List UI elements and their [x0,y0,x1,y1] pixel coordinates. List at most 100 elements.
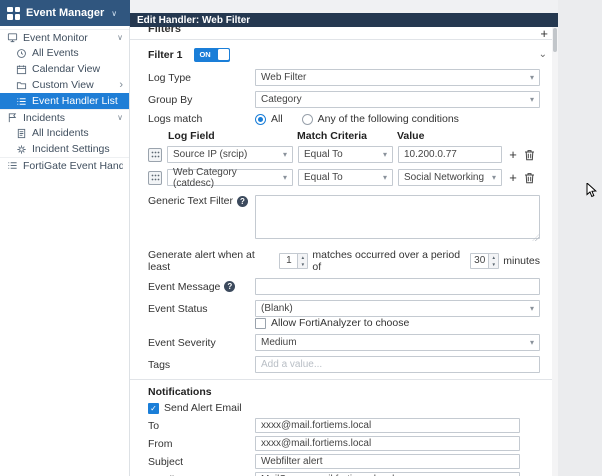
generic-text-filter-label: Generic Text Filter ? [148,195,255,207]
log-type-row: Log Type Web Filter ▾ [130,69,558,86]
tags-row: Tags [130,356,558,373]
add-filter-button[interactable]: + [540,27,548,40]
help-icon[interactable]: ? [224,281,235,292]
subject-input[interactable] [255,454,520,469]
caret-down-icon: ▾ [530,95,534,104]
alert-count-value: 1 [280,254,297,268]
clock-icon [15,47,27,59]
list-icon [6,160,18,172]
add-condition-button[interactable]: + [507,147,519,162]
email-server-select[interactable]: MailServer: mail.fortiems.local ▾ [255,472,520,476]
match-criteria-header: Match Criteria [297,130,397,142]
sidebar-item-event-monitor[interactable]: Event Monitor ∨ [0,29,129,45]
sidebar-item-calendar-view[interactable]: Calendar View [0,61,129,77]
add-email-server-button[interactable]: + [528,472,536,476]
logs-match-row: Logs match All Any of the following cond… [130,113,558,125]
main-pane: Edit Handler: Web Filter Filters + Filte… [130,0,558,476]
folder-icon [15,79,27,91]
filter1-header: Filter 1 ON ⌄ [130,46,558,63]
vertical-scrollbar[interactable] [552,27,558,476]
drag-handle-icon[interactable] [148,148,162,162]
logs-match-all-radio[interactable] [255,114,266,125]
event-status-value: (Blank) [261,303,293,314]
log-type-select[interactable]: Web Filter ▾ [255,69,540,86]
send-alert-email-checkbox[interactable]: ✓ [148,403,159,414]
tags-input[interactable] [255,356,540,373]
collapse-filter-icon[interactable]: ⌄ [539,49,547,60]
logs-match-any-label: Any of the following conditions [318,113,459,125]
send-alert-email-row: ✓ Send Alert Email [130,402,558,414]
caret-down-icon: ▾ [492,173,496,182]
sidebar-item-all-incidents[interactable]: All Incidents [0,125,129,141]
filters-section-header: Filters + [130,27,558,40]
condition-value-select[interactable]: Social Networking ▾ [398,169,502,186]
match-criteria-select[interactable]: Equal To ▾ [298,169,393,186]
drag-handle-icon[interactable] [148,171,162,185]
event-severity-select[interactable]: Medium ▾ [255,334,540,351]
event-severity-row: Event Severity Medium ▾ [130,334,558,351]
group-by-select[interactable]: Category ▾ [255,91,540,108]
allow-choose-checkbox[interactable] [255,318,266,329]
caret-down-icon: ▾ [283,150,287,159]
page-title: Edit Handler: Web Filter [130,13,558,27]
stepper-up-icon[interactable]: ▲ [298,254,307,261]
generic-text-filter-textarea[interactable] [255,195,540,239]
sidebar-item-incident-settings[interactable]: Incident Settings [0,141,129,157]
alert-count-stepper[interactable]: 1 ▲▼ [279,253,308,269]
from-label: From [148,438,255,450]
notifications-title: Notifications [130,386,558,398]
delete-condition-button[interactable] [524,171,536,184]
event-message-row: Event Message ? [130,278,558,295]
caret-down-icon: ▾ [283,173,287,182]
log-type-value: Web Filter [261,72,306,83]
event-status-select[interactable]: (Blank) ▾ [255,300,540,317]
email-server-row: Email Server MailServer: mail.fortiems.l… [130,472,558,476]
generate-alert-row: Generate alert when at least 1 ▲▼ matche… [130,249,558,273]
to-input[interactable] [255,418,520,433]
log-field-header: Log Field [148,130,297,142]
caret-down-icon: ▾ [530,73,534,82]
sidebar-item-event-handler-list[interactable]: Event Handler List [0,93,129,109]
event-message-input[interactable] [255,278,540,295]
match-criteria-select[interactable]: Equal To ▾ [298,146,393,163]
alert-period-stepper[interactable]: 30 ▲▼ [470,253,499,269]
event-severity-value: Medium [261,337,297,348]
caret-down-icon: ▾ [383,150,387,159]
filter1-enable-toggle[interactable]: ON [194,48,230,62]
event-message-text: Event Message [148,281,220,293]
sidebar-item-all-events[interactable]: All Events [0,45,129,61]
toggle-knob [218,49,229,60]
stepper-up-icon[interactable]: ▲ [489,254,498,261]
delete-condition-button[interactable] [524,148,536,161]
event-severity-label: Event Severity [148,337,255,349]
log-field-select[interactable]: Source IP (srcip) ▾ [167,146,293,163]
group-by-label: Group By [148,94,255,106]
logs-match-all-label: All [271,113,283,125]
caret-down-icon: ▾ [383,173,387,182]
sidebar-item-incidents[interactable]: Incidents ∨ [0,109,129,125]
from-input[interactable] [255,436,520,451]
condition-value-input[interactable] [398,146,502,163]
logs-match-any-radio[interactable] [302,114,313,125]
section-divider [130,379,558,380]
help-icon[interactable]: ? [237,196,248,207]
stepper-down-icon[interactable]: ▼ [489,261,498,268]
sidebar: Event Monitor ∨ All Events Calendar View… [0,26,130,476]
condition-row: Web Category (catdesc) ▾ Equal To ▾ Soci… [130,169,558,186]
monitor-icon [6,32,18,44]
app-header[interactable]: Event Manager ∨ [0,0,130,26]
chevron-right-icon: › [119,80,123,90]
log-field-select[interactable]: Web Category (catdesc) ▾ [167,169,293,186]
sidebar-item-label: All Incidents [32,127,123,139]
generic-text-filter-row: Generic Text Filter ? [130,195,558,242]
form-scroll-area: Filters + Filter 1 ON ⌄ Log Type Web Fil… [130,27,558,476]
stepper-down-icon[interactable]: ▼ [298,261,307,268]
add-condition-button[interactable]: + [507,170,519,185]
caret-down-icon: ▾ [530,338,534,347]
sidebar-item-fortigate-event-handlers[interactable]: FortiGate Event Handlers [0,157,129,173]
scrollbar-thumb[interactable] [553,28,557,52]
generate-alert-text-1: Generate alert when at least [148,249,275,273]
allow-choose-row: Allow FortiAnalyzer to choose [130,317,558,329]
send-alert-email-label: Send Alert Email [164,402,242,414]
sidebar-item-custom-view[interactable]: Custom View › [0,77,129,93]
